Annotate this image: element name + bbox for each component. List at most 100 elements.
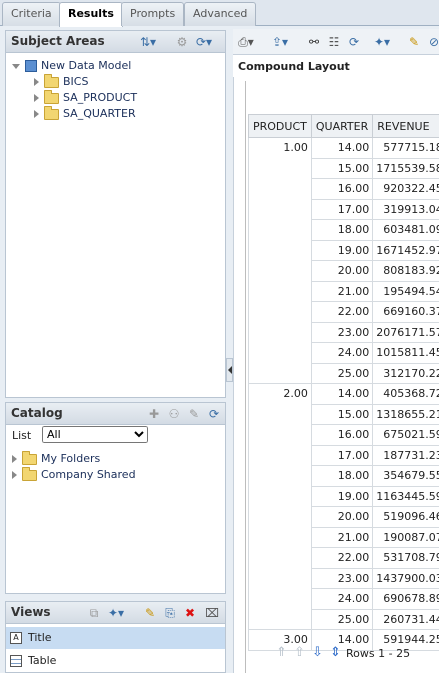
tab-label: Criteria — [11, 7, 52, 20]
tree-item-label: Company Shared — [41, 468, 136, 481]
new-view-icon[interactable]: ✦▾ — [108, 605, 124, 621]
compound-layout-header: Compound Layout — [233, 55, 439, 77]
expanded-icon[interactable] — [12, 63, 20, 69]
next-page-icon[interactable]: ⇩ — [310, 645, 325, 661]
tab-results[interactable]: Results — [59, 2, 123, 27]
collapsed-icon[interactable] — [12, 471, 17, 479]
table-row: 2.00 14.00 405368.72 — [248, 383, 439, 630]
table-view-icon — [10, 655, 22, 667]
pivot-table: PRODUCT QUARTER REVENUE 1.00 14.00 577715.… — [248, 114, 439, 651]
tab-label: Prompts — [130, 7, 176, 20]
views-title: Views — [11, 605, 51, 619]
tree-item-sa-quarter[interactable]: SA_QUARTER — [34, 105, 136, 122]
quarter-cell: 19.00 — [310, 485, 374, 507]
compound-toolbar: ⎙▾ ⇪▾ ⚯ ☷ ⟳ ✦▾ ✎ ⊘ — [233, 29, 439, 55]
quarter-cell: 25.00 — [310, 608, 374, 630]
revenue-cell: 603481.09 — [372, 219, 439, 241]
add-to-analysis-icon[interactable]: ⚇ — [166, 406, 182, 422]
view-item-label: Title — [28, 631, 52, 644]
quarter-cell: 15.00 — [310, 157, 374, 179]
more-icon[interactable]: ⊘ — [425, 34, 439, 50]
list-select[interactable]: All — [42, 426, 148, 443]
view-item-table[interactable]: Table — [6, 650, 225, 672]
view-item-title[interactable]: A Title — [6, 627, 225, 649]
quarter-cell: 20.00 — [310, 506, 374, 528]
tree-item-sa-product[interactable]: SA_PRODUCT — [34, 89, 137, 106]
collapsed-icon[interactable] — [34, 78, 39, 86]
first-page-icon[interactable]: ⇑ — [274, 645, 289, 661]
tree-item-label: SA_QUARTER — [63, 107, 136, 120]
subject-areas-title: Subject Areas — [11, 34, 105, 48]
tab-advanced[interactable]: Advanced — [184, 2, 257, 26]
collapsed-icon[interactable] — [34, 110, 39, 118]
revenue-cell: 1715539.58 — [372, 157, 439, 179]
subject-areas-header: Subject Areas ⇅▾ ⚙ ⟳▾ — [6, 31, 225, 53]
new-view-icon[interactable]: ✦▾ — [373, 34, 391, 50]
quarter-cell: 18.00 — [310, 219, 374, 241]
export-icon[interactable]: ⇪▾ — [271, 34, 289, 50]
quarter-cell: 22.00 — [310, 301, 374, 323]
add-remove-subject-area-icon[interactable]: ⇅▾ — [140, 34, 156, 50]
new-object-icon[interactable]: ✚ — [146, 406, 162, 422]
quarter-cell: 17.00 — [310, 444, 374, 466]
quarter-cell: 14.00 — [310, 383, 374, 405]
tree-item-label: New Data Model — [41, 59, 132, 72]
tab-bar: Criteria Results Prompts Advanced — [0, 0, 439, 27]
tab-label: Advanced — [193, 7, 248, 20]
revenue-cell: 354679.55 — [372, 465, 439, 487]
pagination-bar: ⇑ ⇧ ⇩ ⇕ Rows 1 - 25 — [234, 641, 439, 665]
table-row: 1.00 14.00 577715.18 — [248, 137, 439, 384]
print-icon[interactable]: ⎙▾ — [237, 34, 255, 50]
preview-icon[interactable]: ⚯ — [305, 34, 323, 50]
refresh-icon[interactable]: ⟳▾ — [196, 34, 212, 50]
edit-view-icon[interactable]: ✎ — [142, 605, 158, 621]
list-label: List — [12, 429, 32, 442]
revenue-cell: 519096.46 — [372, 506, 439, 528]
edit-view-icon[interactable]: ✎ — [405, 34, 423, 50]
show-results-icon[interactable]: ☷ — [325, 34, 343, 50]
tree-item-model[interactable]: New Data Model — [12, 58, 131, 74]
tree-item-bics[interactable]: BICS — [34, 73, 89, 90]
product-cell: 1.00 — [248, 137, 312, 384]
column-header-revenue[interactable]: REVENUE — [372, 114, 439, 138]
revenue-cell: 312170.22 — [372, 362, 439, 384]
tab-prompts[interactable]: Prompts — [121, 2, 185, 26]
tree-item-company-shared[interactable]: Company Shared — [12, 466, 136, 483]
folder-icon — [22, 450, 37, 465]
revenue-cell: 1437900.03 — [372, 567, 439, 589]
refresh-results-icon[interactable]: ⟳ — [345, 34, 363, 50]
add-view-icon[interactable]: ⎘ — [162, 605, 178, 621]
revenue-cell: 675021.59 — [372, 424, 439, 446]
column-header-quarter[interactable]: QUARTER — [310, 114, 374, 138]
catalog-header: Catalog ✚ ⚇ ✎ ⟳ — [6, 403, 225, 425]
tree-item-label: BICS — [63, 75, 89, 88]
search-icon[interactable]: ⚙ — [174, 34, 190, 50]
revenue-cell: 195494.54 — [372, 280, 439, 302]
view-item-label: Table — [28, 654, 57, 667]
quarter-cell: 24.00 — [310, 342, 374, 364]
previous-page-icon[interactable]: ⇧ — [292, 645, 307, 661]
rename-view-icon[interactable]: ⌧ — [204, 605, 220, 621]
tab-criteria[interactable]: Criteria — [2, 2, 61, 26]
show-all-rows-icon[interactable]: ⇕ — [328, 645, 343, 661]
quarter-cell: 22.00 — [310, 547, 374, 569]
revenue-cell: 690678.89 — [372, 588, 439, 610]
tree-item-my-folders[interactable]: My Folders — [12, 450, 100, 467]
catalog-panel: Catalog ✚ ⚇ ✎ ⟳ List All My Folders Comp… — [5, 402, 226, 594]
folder-icon — [44, 73, 59, 88]
collapse-pane-handle[interactable] — [226, 358, 233, 382]
revenue-cell: 577715.18 — [372, 137, 439, 159]
collapsed-icon[interactable] — [12, 455, 17, 463]
column-header-product[interactable]: PRODUCT — [248, 114, 312, 138]
collapsed-icon[interactable] — [34, 94, 39, 102]
compound-layout-canvas: PRODUCT QUARTER REVENUE 1.00 14.00 577715.… — [233, 77, 439, 673]
quarter-cell: 23.00 — [310, 321, 374, 343]
edit-icon[interactable]: ✎ — [186, 406, 202, 422]
views-header: Views ⧉ ✦▾ ✎ ⎘ ✖ ⌧ — [6, 602, 225, 624]
revenue-cell: 669160.37 — [372, 301, 439, 323]
delete-view-icon[interactable]: ✖ — [182, 605, 198, 621]
refresh-icon[interactable]: ⟳ — [206, 406, 222, 422]
revenue-cell: 1163445.59 — [372, 485, 439, 507]
duplicate-view-icon[interactable]: ⧉ — [86, 605, 102, 621]
revenue-cell: 1318655.21 — [372, 403, 439, 425]
